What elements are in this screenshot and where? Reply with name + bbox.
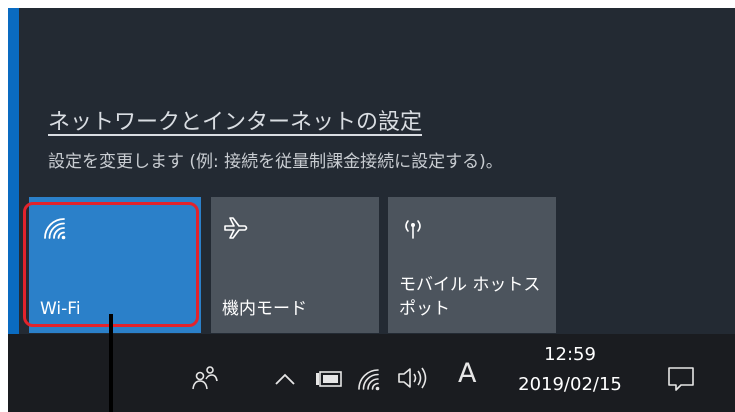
chevron-up-icon[interactable]: [274, 372, 296, 386]
taskbar: A 12:59 2019/02/15: [8, 334, 735, 412]
ime-indicator[interactable]: A: [458, 358, 476, 389]
wifi-icon: [44, 218, 66, 240]
callout-leader-line: [109, 314, 113, 412]
taskbar-clock[interactable]: 12:59 2019/02/15: [496, 340, 644, 400]
airplane-icon: [224, 217, 248, 239]
clock-time: 12:59: [544, 344, 596, 365]
network-flyout: ネットワークとインターネットの設定 設定を変更します (例: 接続を従量制課金接…: [8, 8, 735, 334]
people-icon[interactable]: [191, 365, 219, 391]
airplane-mode-tile[interactable]: 機内モード: [211, 197, 379, 333]
battery-icon[interactable]: [315, 371, 343, 387]
accent-strip: [8, 8, 19, 334]
hotspot-icon: [405, 220, 421, 239]
screenshot-frame: ネットワークとインターネットの設定 設定を変更します (例: 接続を従量制課金接…: [8, 8, 735, 412]
network-settings-link[interactable]: ネットワークとインターネットの設定: [48, 104, 422, 136]
wifi-icon[interactable]: [355, 366, 381, 392]
network-settings-description: 設定を変更します (例: 接続を従量制課金接続に設定する)。: [48, 152, 503, 172]
wifi-tile-label: Wi-Fi: [40, 299, 81, 319]
volume-icon[interactable]: [396, 365, 430, 391]
airplane-mode-tile-label: 機内モード: [222, 299, 307, 319]
mobile-hotspot-tile[interactable]: モバイル ホットス ポット: [388, 197, 556, 333]
mobile-hotspot-tile-label: モバイル ホットス ポット: [399, 275, 541, 319]
clock-date: 2019/02/15: [518, 374, 622, 395]
wifi-tile[interactable]: Wi-Fi: [29, 197, 201, 333]
action-center-icon[interactable]: [667, 366, 695, 392]
